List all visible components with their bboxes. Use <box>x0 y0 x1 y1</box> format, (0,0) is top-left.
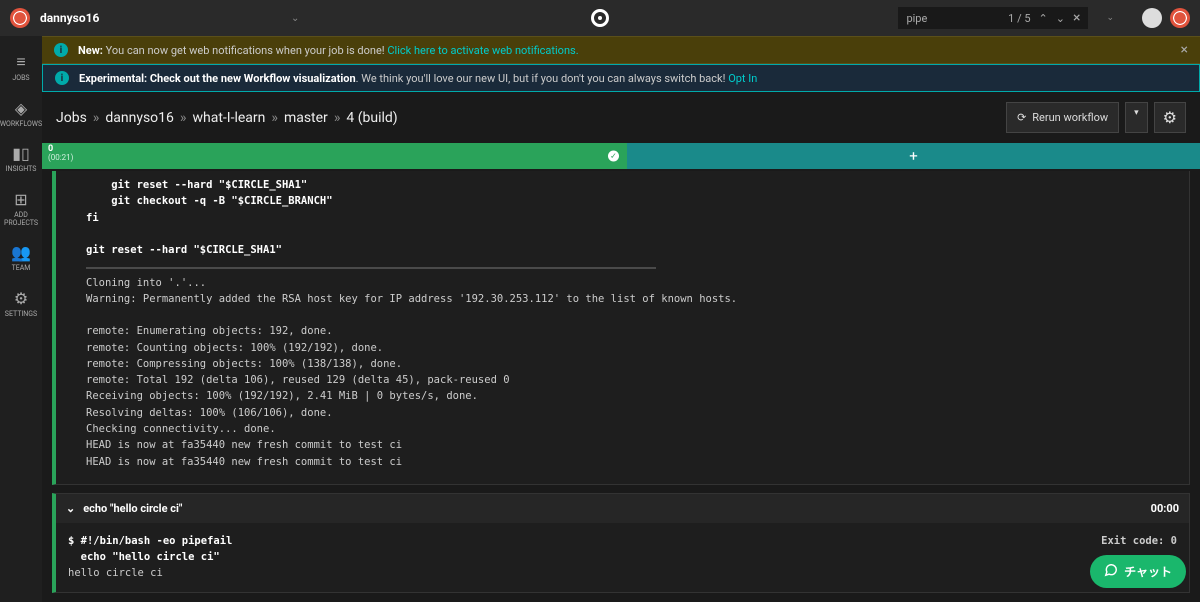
org-name: dannyso16 <box>40 11 99 25</box>
sidebar-item-team[interactable]: 👥TEAM <box>0 235 42 281</box>
gear-icon: ⚙ <box>14 289 28 308</box>
chat-label: チャット <box>1124 563 1172 580</box>
plus-box-icon: ⊞ <box>14 190 27 209</box>
team-icon: 👥 <box>11 243 31 262</box>
gear-icon: ⚙ <box>1163 108 1177 127</box>
step-echo: ⌄ echo "hello circle ci" 00:00 Exit code:… <box>52 493 1190 593</box>
sidebar-item-insights[interactable]: ▮▯INSIGHTS <box>0 136 42 182</box>
step-echo-header[interactable]: ⌄ echo "hello circle ci" 00:00 <box>56 494 1189 523</box>
rerun-workflow-button[interactable]: ⟳Rerun workflow <box>1006 102 1119 133</box>
org-switcher[interactable]: ⌄ <box>109 13 309 24</box>
find-next[interactable]: ⌄ <box>1056 12 1065 25</box>
breadcrumb-user[interactable]: dannyso16 <box>105 110 174 126</box>
close-icon[interactable]: × <box>1181 42 1188 58</box>
left-sidebar: ≡JOBS ◈WORKFLOWS ▮▯INSIGHTS ⊞ADD PROJECT… <box>0 36 42 602</box>
info-icon: i <box>54 43 68 57</box>
workflow-icon: ◈ <box>15 99 27 118</box>
sidebar-item-workflows[interactable]: ◈WORKFLOWS <box>0 91 42 137</box>
find-input[interactable]: pipe <box>906 12 927 25</box>
tab-parallel-0[interactable]: 0 (00:21) ✓ <box>42 143 627 169</box>
chat-button[interactable]: チャット <box>1090 555 1186 588</box>
breadcrumb-project[interactable]: what-I-learn <box>192 110 265 126</box>
exit-code: Exit code: 0 <box>1101 533 1177 549</box>
banner-text: . We think you'll love our new UI, but i… <box>356 72 729 85</box>
find-count: 1 / 5 <box>1008 12 1030 25</box>
banner-bold: New: <box>78 44 103 57</box>
breadcrumb: Jobs» dannyso16» what-I-learn» master» 4… <box>56 110 398 126</box>
breadcrumb-jobs[interactable]: Jobs <box>56 110 87 126</box>
chart-icon: ▮▯ <box>12 144 30 163</box>
chevron-down-icon: ⌄ <box>66 502 75 515</box>
banner-link[interactable]: Opt In <box>728 72 757 85</box>
sidebar-item-jobs[interactable]: ≡JOBS <box>0 44 42 91</box>
chat-icon <box>1104 563 1118 580</box>
step-title: echo "hello circle ci" <box>83 502 182 515</box>
find-close[interactable]: × <box>1073 10 1080 26</box>
breadcrumb-branch[interactable]: master <box>284 110 328 126</box>
step-echo-body: Exit code: 0 $ #!/bin/bash -eo pipefail e… <box>56 523 1189 592</box>
step-checkout-body: git reset --hard "$CIRCLE_SHA1" git chec… <box>52 171 1190 485</box>
avatar-placeholder[interactable] <box>1142 8 1162 28</box>
rerun-dropdown[interactable]: ▾ <box>1125 102 1148 133</box>
step-time: 00:00 <box>1151 502 1179 515</box>
banner-experimental: i Experimental: Check out the new Workfl… <box>42 64 1200 92</box>
circleci-logo <box>591 9 609 27</box>
chevron-down-icon[interactable]: ⌄ <box>1106 13 1114 23</box>
avatar-user[interactable] <box>1170 8 1190 28</box>
breadcrumb-build: 4 (build) <box>346 110 397 126</box>
sidebar-item-add-projects[interactable]: ⊞ADD PROJECTS <box>0 182 42 235</box>
org-logo <box>10 8 30 28</box>
step-output: Cloning into '.'... Warning: Permanently… <box>86 277 737 468</box>
banner-text: You can now get web notifications when y… <box>103 44 388 57</box>
chevron-down-icon: ⌄ <box>291 13 299 24</box>
sidebar-item-settings[interactable]: ⚙SETTINGS <box>0 281 42 327</box>
check-icon: ✓ <box>608 151 619 162</box>
info-icon: i <box>55 71 69 85</box>
step-script: git reset --hard "$CIRCLE_SHA1" git chec… <box>86 179 333 256</box>
tab-add[interactable]: + <box>627 143 1200 169</box>
step-script: $ #!/bin/bash -eo pipefail echo "hello c… <box>68 535 232 563</box>
find-prev[interactable]: ⌃ <box>1039 12 1048 25</box>
search-highlight <box>86 267 656 269</box>
banner-link[interactable]: Click here to activate web notifications… <box>387 44 578 57</box>
find-bar[interactable]: pipe 1 / 5 ⌃ ⌄ × <box>898 7 1088 29</box>
refresh-icon: ⟳ <box>1017 111 1026 124</box>
plus-icon: + <box>909 147 918 165</box>
banner-notifications: i New: You can now get web notifications… <box>42 36 1200 64</box>
step-stdout: hello circle ci <box>68 567 163 579</box>
list-icon: ≡ <box>16 52 25 72</box>
settings-button[interactable]: ⚙ <box>1154 102 1186 133</box>
banner-bold: Experimental: Check out the new Workflow… <box>79 72 356 85</box>
